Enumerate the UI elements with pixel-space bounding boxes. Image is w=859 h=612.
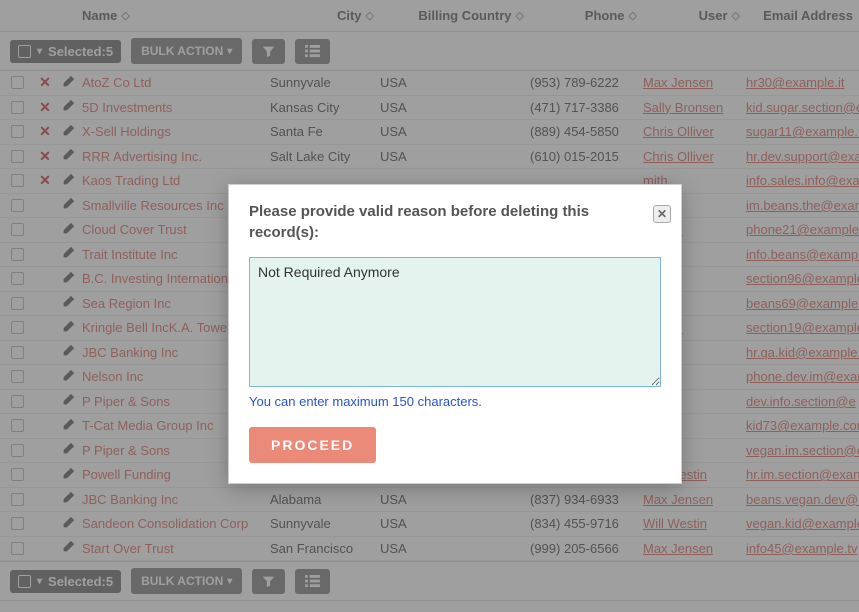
delete-reason-textarea[interactable]: Not Required Anymore [249, 257, 661, 387]
modal-title: Please provide valid reason before delet… [249, 201, 661, 243]
close-icon: ✕ [657, 207, 667, 221]
delete-reason-modal: ✕ Please provide valid reason before del… [228, 184, 682, 484]
proceed-label: PROCEED [271, 437, 354, 453]
proceed-button[interactable]: PROCEED [249, 427, 376, 463]
close-button[interactable]: ✕ [653, 205, 671, 223]
char-limit-hint: You can enter maximum 150 characters. [249, 394, 661, 409]
